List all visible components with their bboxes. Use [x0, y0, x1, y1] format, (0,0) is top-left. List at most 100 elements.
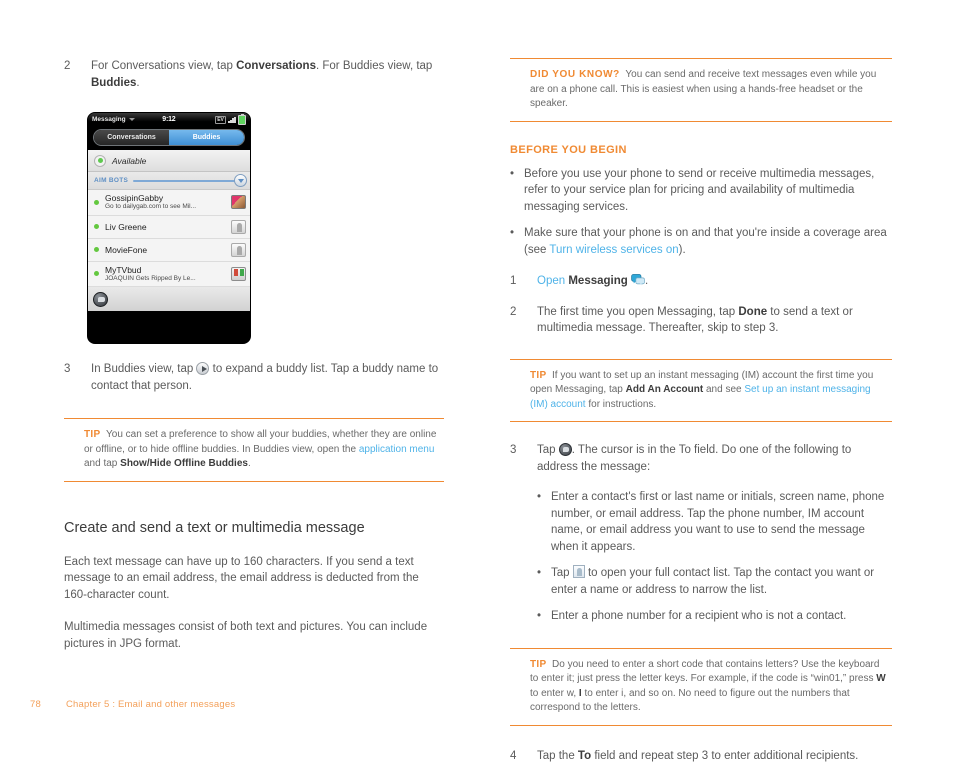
availability-status-icon: [94, 154, 106, 167]
new-message-icon[interactable]: [93, 291, 108, 307]
online-status-icon: [94, 224, 99, 229]
tip2-text-1: Do you need to enter a short code that c…: [530, 658, 880, 685]
step1-bold-messaging: Messaging: [568, 275, 628, 287]
list-item[interactable]: GossipinGabby Go to dailygab.com to see …: [88, 190, 250, 216]
tab-buddies[interactable]: Buddies: [169, 130, 244, 145]
step-text: Tap . The cursor is in the To field. Do …: [537, 442, 892, 475]
buddy-info: Liv Greene: [105, 222, 228, 232]
application-menu-link[interactable]: application menu: [359, 444, 435, 455]
buddy-name: MovieFone: [105, 244, 148, 255]
step-text: In Buddies view, tap to expand a buddy l…: [91, 361, 444, 394]
buddy-name: MyTVbud: [105, 264, 142, 275]
list-item[interactable]: Liv Greene: [88, 216, 250, 239]
buddy-info: MyTVbud JOAQUIN Gets Ripped By Le...: [105, 265, 228, 284]
list-item[interactable]: MyTVbud JOAQUIN Gets Ripped By Le...: [88, 262, 250, 287]
tip-label: TIP: [530, 658, 547, 670]
step2-text-3: .: [136, 76, 140, 89]
tip-label: TIP: [84, 429, 101, 440]
buddy-status-text: Go to dailygab.com to see Mil...: [105, 203, 197, 210]
tip2-bold-w: W: [876, 673, 886, 684]
buddy-group-header[interactable]: AIM BOTS: [88, 172, 250, 190]
step3-text-1: In Buddies view, tap: [91, 363, 197, 375]
page-footer: 78 Chapter 5 : Email and other messages: [30, 699, 235, 710]
bullet-text: Before you use your phone to send or rec…: [524, 167, 875, 213]
step-number: 3: [64, 363, 71, 375]
section-heading: Create and send a text or multimedia mes…: [64, 519, 365, 536]
right-tip-box-2: TIP Do you need to enter a short code th…: [510, 647, 892, 726]
step2-text-1: For Conversations view, tap: [91, 60, 237, 72]
contacts-list-icon: [572, 565, 585, 578]
tip1-inner: TIP If you want to set up an instant mes…: [510, 369, 892, 413]
tip2-inner: TIP Do you need to enter a short code th…: [510, 658, 892, 716]
step-number: 2: [64, 60, 71, 72]
step3-sub-list: • Enter a contact's first or last name o…: [537, 489, 892, 625]
left-tip-box: TIP You can set a preference to show all…: [64, 418, 444, 482]
messaging-app-icon: [631, 274, 645, 286]
right-step-1: 1 Open Messaging .: [510, 273, 892, 290]
step4-bold-to: To: [577, 749, 592, 762]
bullet-icon: •: [537, 610, 542, 622]
left-step-3: 3 In Buddies view, tap to expand a buddy…: [64, 361, 444, 394]
tab-conversations[interactable]: Conversations: [94, 130, 169, 145]
did-you-know-box: DID YOU KNOW? You can send and receive t…: [510, 58, 892, 122]
buddy-group-label: AIM BOTS: [94, 177, 129, 184]
paragraph-2: Multimedia messages consist of both text…: [64, 621, 428, 650]
group-divider: [133, 179, 237, 182]
new-message-icon: [558, 443, 572, 456]
avatar: [231, 219, 246, 234]
bullet-icon: •: [510, 167, 515, 180]
step-number: 4: [510, 749, 517, 762]
right-step-3: 3 Tap . The cursor is in the To field. D…: [510, 442, 892, 475]
step-text: Tap the To field and repeat step 3 to en…: [537, 748, 892, 765]
list-item[interactable]: MovieFone: [88, 239, 250, 262]
buddy-name: Liv Greene: [105, 221, 147, 232]
turn-wireless-services-on-link[interactable]: Turn wireless services on: [549, 244, 678, 256]
bullet-text: Enter a contact's first or last name or …: [551, 491, 885, 553]
step4-text-2: field and repeat step 3 to enter additio…: [591, 749, 859, 762]
group-expand-icon[interactable]: [234, 174, 247, 187]
status-indicators: EV: [215, 113, 246, 125]
sub2-text-2: to open your full contact list. Tap the …: [551, 567, 875, 596]
right-tip-box-1: TIP If you want to set up an instant mes…: [510, 358, 892, 422]
step2-text-1: The first time you open Messaging, tap: [537, 305, 739, 318]
step2-bold-conversations: Conversations: [236, 60, 316, 72]
step1-text-end: .: [644, 275, 649, 287]
buddy-name: GossipinGabby: [105, 193, 164, 203]
right-step-2: 2 The first time you open Messaging, tap…: [510, 304, 892, 337]
step3-text-1: Tap: [537, 444, 559, 456]
phone-status-bar: Messaging 9:12 EV: [88, 113, 250, 126]
step-number: 3: [510, 444, 517, 456]
online-status-icon: [94, 247, 99, 252]
online-status-icon: [94, 271, 99, 277]
avatar: [231, 266, 246, 281]
right-column: DID YOU KNOW? You can send and receive t…: [510, 58, 892, 766]
tip1-bold-add-account: Add An Account: [625, 384, 704, 395]
tip1-text-2: and see: [703, 384, 745, 395]
bullet-text: Tap to open your full contact list. Tap …: [551, 565, 892, 598]
open-link[interactable]: Open: [537, 275, 565, 287]
buddy-list: GossipinGabby Go to dailygab.com to see …: [88, 190, 250, 287]
availability-row[interactable]: Available: [88, 150, 250, 172]
step-text: The first time you open Messaging, tap D…: [537, 304, 892, 337]
status-app-name: Messaging: [92, 116, 126, 123]
step4-text-1: Tap the: [537, 749, 578, 762]
tip-inner: TIP You can set a preference to show all…: [64, 428, 444, 472]
page-number: 78: [30, 699, 41, 710]
bullet-icon: •: [510, 227, 515, 239]
phone-tabs-row: Conversations Buddies: [88, 126, 250, 150]
step-number: 2: [510, 305, 517, 318]
bullet-icon: •: [537, 567, 542, 579]
tip-text-2: and tap: [84, 458, 121, 469]
buddy-info: GossipinGabby Go to dailygab.com to see …: [105, 193, 228, 212]
before-you-begin-heading: BEFORE YOU BEGIN: [510, 143, 627, 156]
list-item: • Before you use your phone to send or r…: [510, 166, 892, 216]
bullet-text: Enter a phone number for a recipient who…: [551, 610, 847, 622]
signal-bars-icon: [228, 116, 236, 123]
step-text: Open Messaging .: [537, 273, 892, 290]
buddy-info: MovieFone: [105, 245, 228, 255]
phone-screenshot-figure: Messaging 9:12 EV Conversations Buddies …: [88, 113, 250, 343]
